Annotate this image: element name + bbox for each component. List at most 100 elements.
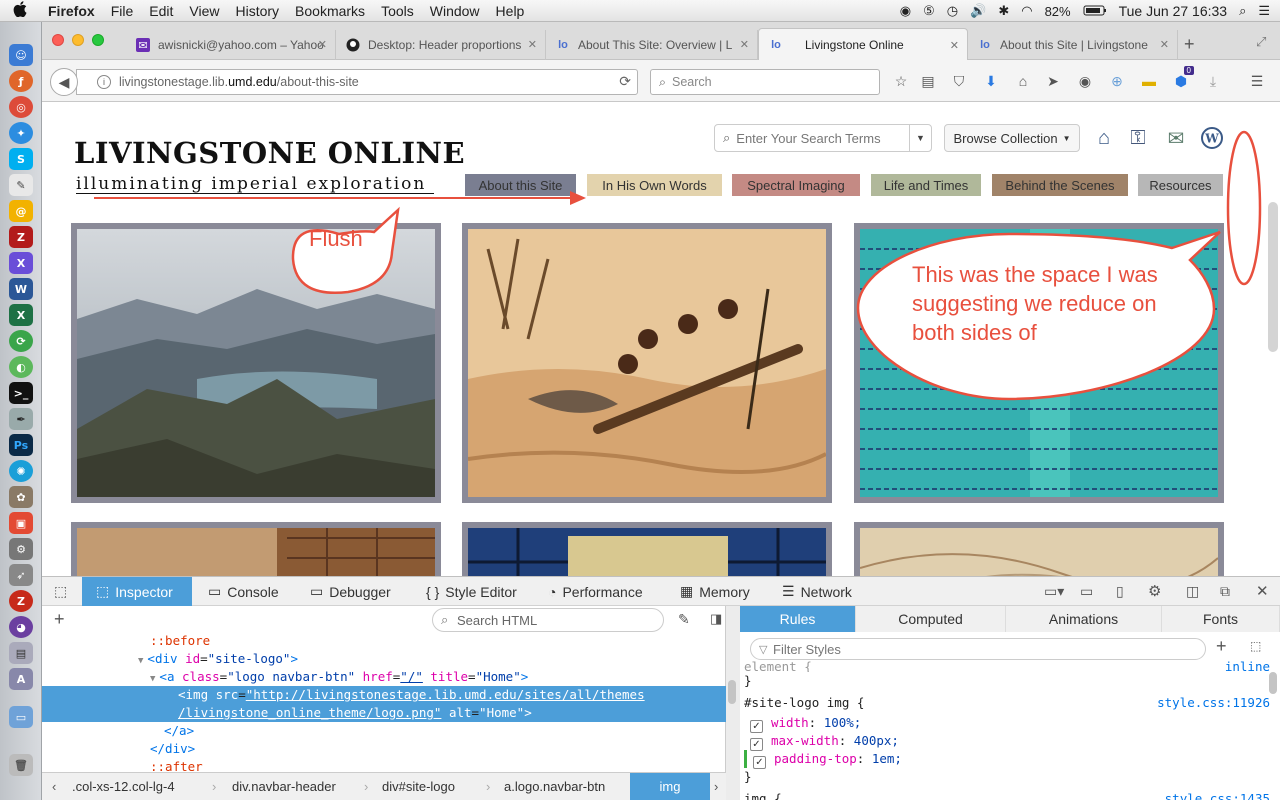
element-rule[interactable]: element {inline [744, 658, 1274, 672]
sidebar-toggle-icon[interactable]: ◨ [710, 611, 722, 627]
status-5-icon[interactable]: ⑤ [923, 3, 935, 19]
css-value[interactable]: 400px; [854, 733, 899, 748]
minimize-window-button[interactable] [72, 34, 84, 46]
close-devtools-icon[interactable]: ✕ [1256, 582, 1269, 600]
tab-yahoo-mail[interactable]: ✉ awisnicki@yahoo.com – Yahoo ✕ [126, 30, 336, 60]
rule-source[interactable]: inline [1225, 658, 1270, 672]
close-tab-icon[interactable]: ✕ [528, 38, 537, 51]
menu-file[interactable]: File [103, 3, 142, 19]
settings-wheel-icon[interactable]: ✺ [9, 460, 33, 482]
breadcrumb-item[interactable]: a.logo.navbar-btn [504, 773, 605, 800]
settings-gear-icon[interactable]: ⚙ [1148, 582, 1161, 600]
photoshop-icon[interactable]: Ps [9, 434, 33, 456]
close-tab-icon[interactable]: ✕ [740, 38, 749, 51]
close-tab-icon[interactable]: ✕ [950, 39, 959, 52]
tab-network[interactable]: ☰ Network [782, 577, 852, 606]
pen-tool-icon[interactable]: ✒ [9, 408, 33, 430]
tab-computed[interactable]: Computed [856, 606, 1006, 632]
html-line-img-selected[interactable]: <img src="http://livingstonestage.lib.um… [42, 686, 726, 722]
apple-menu-icon[interactable] [0, 0, 40, 21]
notification-center-icon[interactable]: ☰ [1258, 3, 1270, 19]
filter-styles-input[interactable]: ▽ Filter Styles [750, 638, 1206, 660]
bluetooth-icon[interactable]: ✱ [998, 3, 1009, 19]
rocket-icon[interactable]: ➶ [9, 564, 33, 586]
battery-icon[interactable] [1083, 4, 1107, 19]
menu-firefox[interactable]: Firefox [40, 3, 103, 19]
home-icon[interactable]: ⌂ [1014, 72, 1032, 90]
expand-triangle-icon[interactable]: ▼ [138, 656, 143, 666]
menu-help[interactable]: Help [488, 3, 533, 19]
reader-list-icon[interactable]: ▤ [919, 72, 937, 90]
back-button[interactable]: ◀ [50, 68, 78, 96]
safari-icon[interactable]: ✦ [9, 122, 33, 144]
close-tab-icon[interactable]: ✕ [1160, 38, 1169, 51]
firefox-icon[interactable]: ƒ [9, 70, 33, 92]
tab-about-livingstone[interactable]: lo About this Site | Livingstone ✕ [968, 30, 1178, 60]
trash-icon[interactable]: 🗑 [9, 754, 33, 776]
responsive-design-icon[interactable]: ▯ [1116, 583, 1124, 600]
gimp-icon[interactable]: ✿ [9, 486, 33, 508]
add-node-icon[interactable]: + [54, 609, 65, 630]
menu-history[interactable]: History [227, 3, 287, 19]
css-property[interactable]: padding-top [774, 751, 857, 766]
toggle-pseudo-class-icon[interactable]: ⬚ [1250, 639, 1261, 653]
wifi-icon[interactable]: ◠ [1021, 3, 1032, 19]
downloads-icon[interactable]: ⤓ [1204, 72, 1222, 90]
menu-tools[interactable]: Tools [373, 3, 422, 19]
scratchpad-icon[interactable]: ▭ [1080, 583, 1093, 600]
html-line-after[interactable]: ::after [42, 758, 726, 772]
preview-icon[interactable]: ▤ [9, 642, 33, 664]
download-blue-icon[interactable]: ⬇ [982, 72, 1000, 90]
app-x-icon[interactable]: X [9, 252, 33, 274]
breadcrumb-item[interactable]: .col-xs-12.col-lg-4 [72, 773, 175, 800]
css-property[interactable]: width [771, 715, 809, 730]
html-search-input[interactable]: ⌕ Search HTML [432, 608, 664, 632]
reload-icon[interactable]: ⟳ [619, 73, 631, 90]
zoom-window-button[interactable] [92, 34, 104, 46]
downloads-folder-icon[interactable]: ▭ [9, 706, 33, 728]
tab-debugger[interactable]: ▭ Debugger [310, 577, 391, 606]
breadcrumb-scroll-left-icon[interactable]: ‹ [52, 773, 56, 800]
markup-scrollbar[interactable] [728, 680, 736, 704]
separate-window-icon[interactable]: ⧉ [1220, 583, 1230, 600]
system-prefs-icon[interactable]: ⚙ [9, 538, 33, 560]
css-value[interactable]: 100%; [824, 715, 862, 730]
finder-icon[interactable]: ☺ [9, 44, 33, 66]
mail-app-icon[interactable]: @ [9, 200, 33, 222]
menu-edit[interactable]: Edit [141, 3, 181, 19]
tab-about-overview[interactable]: lo About This Site: Overview | L ✕ [546, 30, 758, 60]
css-declaration[interactable]: ✓ max-width: 400px; [744, 732, 1274, 751]
maps-app-icon[interactable]: ◐ [9, 356, 33, 378]
attr-value[interactable]: "http://livingstonestage.lib.umd.edu/sit… [246, 687, 645, 702]
dock-side-icon[interactable]: ◫ [1186, 583, 1199, 600]
css-declaration-modified[interactable]: ✓ padding-top: 1em; [744, 750, 1274, 769]
photo-booth-icon[interactable]: ▣ [9, 512, 33, 534]
tab-performance[interactable]: ◔ Performance [548, 577, 643, 606]
html-line-div-close[interactable]: </div> [42, 740, 726, 758]
site-logo-rule[interactable]: #site-logo img {style.css:11926 [744, 694, 1274, 712]
hamburger-menu-icon[interactable]: ☰ [1248, 72, 1266, 90]
expand-triangle-icon[interactable]: ▼ [150, 674, 155, 684]
word-icon[interactable]: W [9, 278, 33, 300]
tab-console[interactable]: ▭ Console [208, 577, 279, 606]
github-desktop-icon[interactable]: ◕ [9, 616, 33, 638]
info-icon[interactable]: i [97, 75, 111, 89]
excel-icon[interactable]: X [9, 304, 33, 326]
css-property[interactable]: max-width [771, 733, 839, 748]
globe-extension-icon[interactable]: ⊕ [1108, 72, 1126, 90]
pocket-icon[interactable]: ⛉ [950, 72, 968, 90]
html-line-div[interactable]: ▼ <div id="site-logo"> [42, 650, 726, 668]
html-line-a-close[interactable]: </a> [42, 722, 726, 740]
rules-scrollbar[interactable] [1269, 672, 1277, 694]
send-icon[interactable]: ➤ [1044, 72, 1062, 90]
css-value[interactable]: 1em; [872, 751, 902, 766]
tab-memory[interactable]: ▦ Memory [680, 577, 750, 606]
attr-value[interactable]: "/" [400, 669, 423, 684]
menu-window[interactable]: Window [422, 3, 488, 19]
layout-toggle-icon[interactable]: ▭▾ [1044, 583, 1064, 600]
tab-rules[interactable]: Rules [740, 606, 856, 632]
skype-icon[interactable]: S [9, 148, 33, 170]
tab-livingstone-online[interactable]: lo Livingstone Online ✕ [758, 28, 968, 60]
clock[interactable]: Tue Jun 27 16:33 [1119, 3, 1227, 19]
notes-icon[interactable]: ✎ [9, 174, 33, 196]
